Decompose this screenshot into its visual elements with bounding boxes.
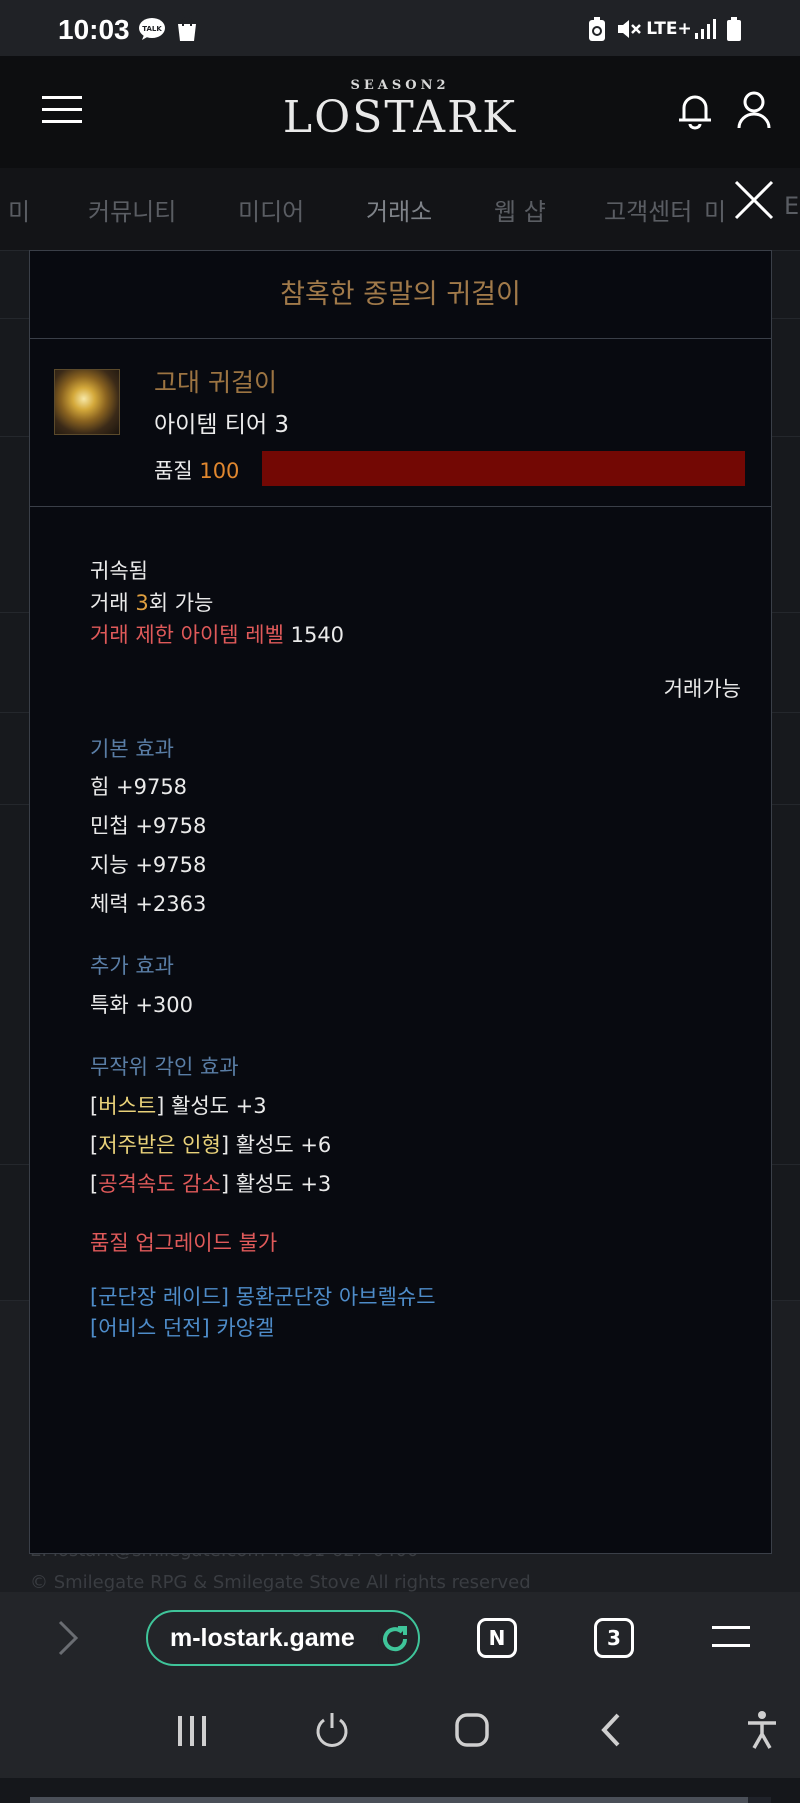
- nav-item-community[interactable]: 커뮤니티: [88, 192, 176, 227]
- upgrade-note: 품질 업그레이드 불가: [90, 1231, 278, 1255]
- forward-icon[interactable]: [56, 1618, 80, 1658]
- engraving-1-name: 버스트: [98, 1094, 157, 1118]
- browser-toolbar: m-lostark.game N 3: [0, 1592, 800, 1684]
- back-icon[interactable]: [598, 1712, 624, 1748]
- nav-item-partial-3[interactable]: E: [784, 192, 799, 220]
- quality-bar-fill: [262, 451, 745, 486]
- close-icon[interactable]: [734, 180, 774, 220]
- nav-item-market[interactable]: 거래소: [366, 192, 432, 227]
- engraving-1-value: 활성도 +3: [171, 1094, 267, 1118]
- engraving-2-name: 저주받은 인형: [98, 1133, 221, 1157]
- source-raid[interactable]: [군단장 레이드] 몽환군단장 아브렐슈드: [90, 1281, 436, 1311]
- battery-saver-icon: [586, 16, 608, 42]
- site-header: SEASON2 LOSTARK: [0, 56, 800, 168]
- engraving-2-value: 활성도 +6: [235, 1133, 332, 1157]
- tradeable-status: 거래가능: [663, 677, 741, 701]
- scrollbar-thumb[interactable]: [30, 1797, 748, 1803]
- refresh-icon[interactable]: [378, 1622, 412, 1656]
- url-text: m-lostark.game: [170, 1624, 355, 1652]
- item-tooltip: 참혹한 종말의 귀걸이 고대 귀걸이 아이템 티어 3 품질 100 귀속됨 거…: [29, 250, 772, 1803]
- nav-item-media[interactable]: 미디어: [238, 192, 304, 227]
- system-nav-bar: [0, 1684, 800, 1778]
- power-icon[interactable]: [312, 1710, 352, 1750]
- base-effect-str: 힘 +9758: [90, 775, 188, 799]
- engraving-3-name: 공격속도 감소: [98, 1172, 221, 1196]
- item-tier: 아이템 티어 3: [154, 412, 290, 438]
- engraving-3-value: 활성도 +3: [235, 1172, 332, 1196]
- signal-icon: [694, 16, 716, 42]
- battery-icon: [724, 16, 744, 42]
- kakaotalk-icon: TALK: [138, 16, 166, 42]
- base-effect-dex: 민첩 +9758: [90, 814, 207, 838]
- horizontal-scrollbar[interactable]: [30, 1797, 771, 1803]
- trade-limit-label: 거래 제한 아이템 레벨: [90, 623, 284, 647]
- trade-suffix: 회 가능: [148, 591, 214, 615]
- base-effect-title: 기본 효과: [90, 737, 174, 761]
- quality-label: 품질 100: [154, 455, 239, 485]
- tabs-button[interactable]: 3: [594, 1618, 634, 1658]
- status-bar: 10:03 TALK LTE+: [0, 0, 800, 56]
- nav-item-support[interactable]: 고객센터: [604, 192, 692, 227]
- clock: 10:03: [58, 14, 130, 45]
- user-icon[interactable]: [736, 90, 772, 130]
- quality-label-text: 품질: [154, 459, 193, 483]
- footer-copyright: © Smilegate RPG & Smilegate Stove All ri…: [30, 1572, 531, 1593]
- nav-item-partial-2[interactable]: 미: [704, 192, 726, 227]
- naver-button[interactable]: N: [477, 1618, 517, 1658]
- item-name: 참혹한 종말의 귀걸이: [30, 251, 771, 339]
- bell-icon[interactable]: [676, 90, 714, 130]
- nav-item-partial[interactable]: 미: [8, 192, 30, 227]
- extra-effect-spec: 특화 +300: [90, 993, 193, 1017]
- trade-limit: 거래 제한 아이템 레벨 1540: [90, 619, 344, 649]
- browser-menu-icon[interactable]: [712, 1624, 750, 1650]
- mute-icon: [616, 16, 642, 42]
- earring-icon: [54, 369, 120, 435]
- base-effect-int: 지능 +9758: [90, 853, 207, 877]
- svg-text:TALK: TALK: [142, 25, 162, 33]
- engraving-3: [공격속도 감소] 활성도 +3: [90, 1172, 332, 1196]
- nav-item-webshop[interactable]: 웹 샵: [494, 192, 546, 227]
- engraving-1: [버스트] 활성도 +3: [90, 1094, 267, 1118]
- quality-bar: [262, 451, 745, 486]
- base-effect-vit: 체력 +2363: [90, 892, 207, 916]
- engraving-2: [저주받은 인형] 활성도 +6: [90, 1133, 332, 1157]
- accessibility-icon[interactable]: [746, 1710, 778, 1750]
- trade-count: 거래 3회 가능: [90, 587, 213, 617]
- main-nav: 미 커뮤니티 미디어 거래소 웹 샵 고객센터 미 E: [0, 168, 800, 250]
- item-header: 고대 귀걸이 아이템 티어 3 품질 100: [30, 339, 771, 507]
- trade-count-number: 3: [135, 591, 149, 615]
- quality-value: 100: [199, 459, 240, 483]
- trade-prefix: 거래: [90, 591, 129, 615]
- engrave-title: 무작위 각인 효과: [90, 1055, 239, 1079]
- lte-icon: LTE+: [646, 19, 692, 39]
- trade-limit-value: 1540: [290, 623, 345, 647]
- recent-apps-icon[interactable]: [176, 1714, 208, 1748]
- extra-effect-title: 추가 효과: [90, 954, 174, 978]
- home-icon[interactable]: [454, 1712, 490, 1748]
- source-abyss[interactable]: [어비스 던전] 카양겔: [90, 1312, 274, 1342]
- url-bar[interactable]: m-lostark.game: [146, 1610, 420, 1666]
- shopping-bag-icon: [174, 16, 200, 42]
- item-grade: 고대 귀걸이: [154, 368, 277, 397]
- bound-status: 귀속됨: [90, 559, 148, 583]
